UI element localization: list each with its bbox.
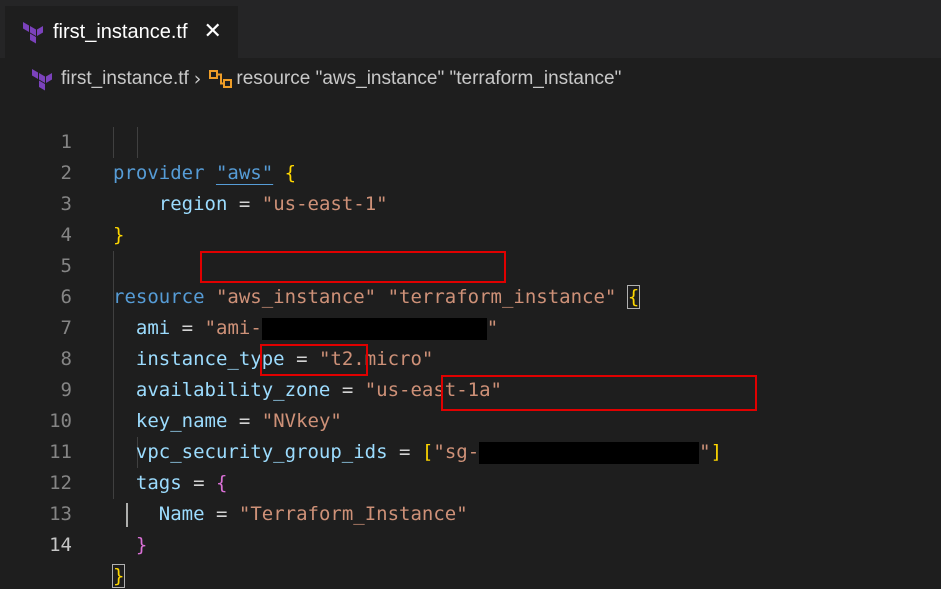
code-line: 4: [0, 189, 941, 246]
code-text: }: [135, 534, 148, 556]
terraform-icon: [23, 22, 43, 44]
code-line: 13 }: [0, 468, 941, 556]
tab-first-instance[interactable]: first_instance.tf ✕: [5, 6, 238, 58]
close-icon[interactable]: ✕: [204, 21, 222, 43]
code-line: 1 provider "aws" {: [0, 96, 941, 184]
code-line: 9 key_name = "NVkey": [0, 344, 941, 432]
code-line: 3 }: [0, 158, 941, 246]
code-line: 5 resource "aws_instance" "terraform_ins…: [0, 220, 941, 309]
line-number: 14: [49, 534, 72, 556]
highlight-box-key-name: [260, 344, 368, 376]
highlight-box-ami: [200, 251, 506, 283]
code-line-active: 14 }: [0, 499, 941, 588]
code-line: 8 availability_zone = "us-east-1a": [0, 313, 941, 401]
breadcrumb-symbol[interactable]: resource "aws_instance" "terraform_insta…: [236, 68, 621, 90]
code-line: 7 instance_type = "t2.micro": [0, 282, 941, 370]
tab-bar: first_instance.tf ✕: [0, 0, 941, 59]
terraform-icon: [32, 69, 52, 91]
symbol-class-icon: [209, 70, 233, 88]
tab-label: first_instance.tf: [53, 20, 188, 43]
breadcrumb-file[interactable]: first_instance.tf: [61, 68, 189, 90]
editor-window: first_instance.tf ✕ first_instance.tf › …: [0, 0, 941, 589]
chevron-right-icon: ›: [193, 68, 202, 90]
breadcrumb: first_instance.tf › resource "aws_instan…: [30, 64, 621, 94]
code-editor[interactable]: 1 provider "aws" { 2 region = "us-east-1…: [0, 96, 941, 588]
code-line: 12 Name = "Terraform_Instance": [0, 437, 941, 525]
code-line: 2 region = "us-east-1": [0, 127, 941, 215]
code-text: }: [111, 564, 126, 588]
highlight-box-security-groups: [441, 375, 757, 411]
text-cursor: [126, 503, 128, 527]
